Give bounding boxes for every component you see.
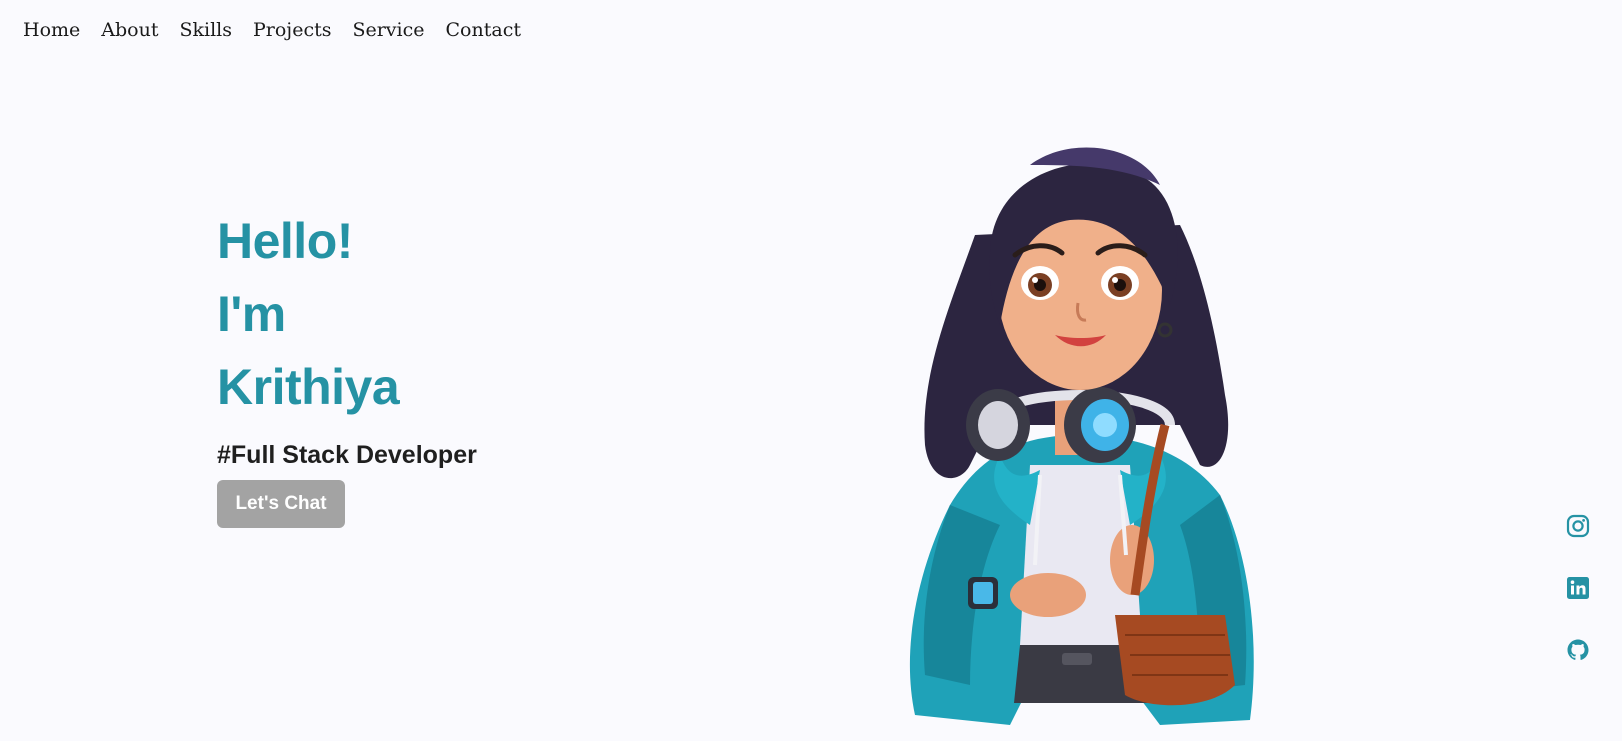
nav-home[interactable]: Home	[23, 16, 80, 44]
nav-projects[interactable]: Projects	[253, 16, 331, 44]
github-icon[interactable]	[1565, 637, 1591, 663]
hero-role: #Full Stack Developer	[217, 441, 477, 469]
lets-chat-button[interactable]: Let's Chat	[217, 480, 345, 528]
linkedin-icon[interactable]	[1565, 575, 1591, 601]
social-links	[1565, 513, 1591, 699]
hero-name: Krithiya	[217, 359, 400, 415]
main-nav: Home About Skills Projects Service Conta…	[23, 16, 542, 44]
nav-about[interactable]: About	[101, 16, 158, 44]
hero-section: Hello! I'm Krithiya #Full Stack Develope…	[217, 205, 477, 528]
nav-service[interactable]: Service	[352, 16, 424, 44]
instagram-icon[interactable]	[1565, 513, 1591, 539]
hero-intro: I'm	[217, 286, 286, 342]
avatar-illustration	[909, 147, 1254, 725]
nav-contact[interactable]: Contact	[446, 16, 521, 44]
hero-greeting: Hello!	[217, 213, 353, 269]
nav-skills[interactable]: Skills	[179, 16, 232, 44]
